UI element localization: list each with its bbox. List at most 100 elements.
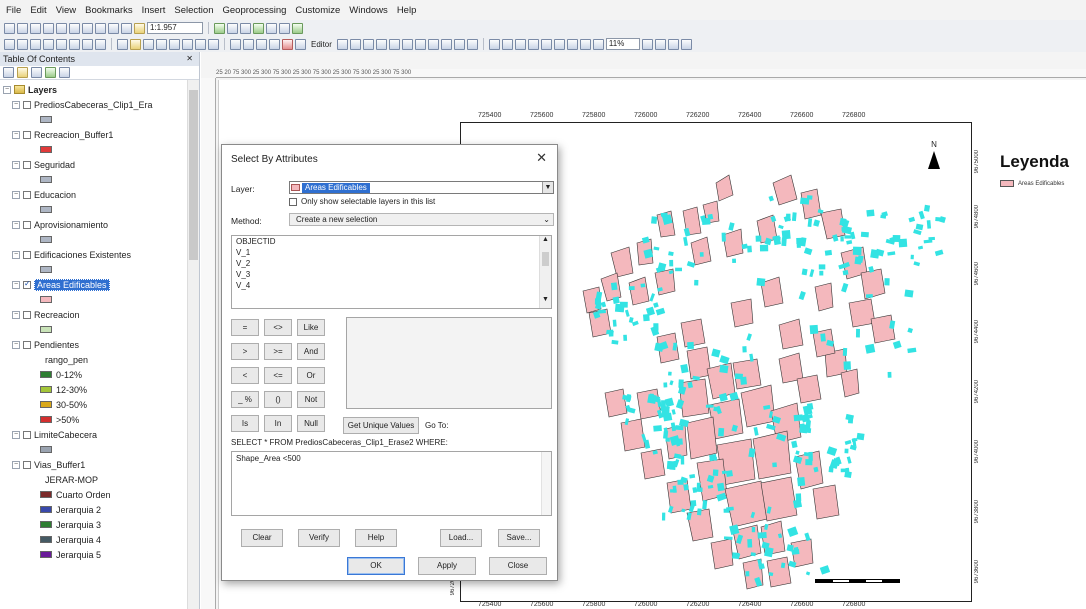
layer-visibility-checkbox[interactable] xyxy=(23,279,31,289)
toc-close-icon[interactable]: ✕ xyxy=(186,52,193,66)
arctoolbox-icon[interactable] xyxy=(266,22,277,34)
symbol-row[interactable] xyxy=(0,262,186,277)
editor-toolbar-icon[interactable] xyxy=(214,22,225,34)
font-icon[interactable] xyxy=(256,38,267,50)
layer-row[interactable]: − Aprovisionamiento xyxy=(0,217,186,232)
expand-icon[interactable]: − xyxy=(12,310,20,319)
checkbox-box[interactable] xyxy=(289,197,297,206)
operator-in-button[interactable]: In xyxy=(264,415,292,432)
layer-name[interactable]: Edificaciones Existentes xyxy=(34,250,131,260)
full-extent-icon[interactable] xyxy=(43,38,54,50)
symbology-class[interactable]: Jerarquia 2 xyxy=(0,502,186,517)
forward-icon[interactable] xyxy=(95,38,106,50)
symbol-row[interactable] xyxy=(0,112,186,127)
search-window-icon[interactable] xyxy=(253,22,264,34)
symbol-row[interactable] xyxy=(0,442,186,457)
expand-icon[interactable]: − xyxy=(12,130,20,139)
symbol-row[interactable] xyxy=(0,202,186,217)
layer-visibility-checkbox[interactable] xyxy=(23,190,31,199)
layer-row[interactable]: − LimiteCabecera xyxy=(0,427,186,442)
symbol-row[interactable] xyxy=(0,322,186,337)
symbology-class[interactable]: 0-12% xyxy=(0,367,186,382)
expression-scrollbar[interactable] xyxy=(541,452,551,515)
cut-icon[interactable] xyxy=(56,22,67,34)
catalog-icon[interactable] xyxy=(240,22,251,34)
back-icon[interactable] xyxy=(82,38,93,50)
chevron-down-icon[interactable]: ▼ xyxy=(542,182,553,193)
operator-parentheses-button[interactable]: () xyxy=(264,391,292,408)
layer-symbol-swatch[interactable] xyxy=(40,176,52,183)
class-swatch[interactable] xyxy=(40,491,52,498)
layer-visibility-checkbox[interactable] xyxy=(23,310,31,319)
layer-name[interactable]: Aprovisionamiento xyxy=(34,220,108,230)
dialog-close-icon[interactable]: ✕ xyxy=(536,150,547,166)
layer-select[interactable]: Areas Edificables ▼ xyxy=(289,181,554,194)
symbol-row[interactable] xyxy=(0,292,186,307)
clear-button[interactable]: Clear xyxy=(241,529,283,547)
menu-windows[interactable]: Windows xyxy=(349,5,388,16)
data-driven-pages-icon[interactable] xyxy=(680,38,692,50)
layer-name[interactable]: Vias_Buffer1 xyxy=(34,460,85,470)
layer-name[interactable]: Educacion xyxy=(34,190,76,200)
layer-name[interactable]: Areas Edificables xyxy=(34,278,110,291)
attributes-icon[interactable] xyxy=(440,38,452,50)
add-data-icon[interactable] xyxy=(134,22,145,34)
operator-less-equal-button[interactable]: <= xyxy=(264,367,292,384)
layout-pan-icon[interactable] xyxy=(514,38,526,50)
find-icon[interactable] xyxy=(169,38,180,50)
class-swatch[interactable] xyxy=(40,506,52,513)
menu-edit[interactable]: Edit xyxy=(30,5,46,16)
fixed-zoom-in-icon[interactable] xyxy=(56,38,67,50)
layout-forward-icon[interactable] xyxy=(592,38,604,50)
expand-icon[interactable]: − xyxy=(12,250,20,259)
layout-fixed-zoom-out-icon[interactable] xyxy=(566,38,578,50)
operator-not-equals-button[interactable]: <> xyxy=(264,319,292,336)
python-icon[interactable] xyxy=(279,22,290,34)
scroll-up-icon[interactable]: ▲ xyxy=(542,236,549,243)
class-swatch[interactable] xyxy=(40,401,52,408)
close-button[interactable]: Close xyxy=(489,557,547,575)
layers-root[interactable]: − Layers xyxy=(0,82,186,97)
layer-name[interactable]: PrediosCabeceras_Clip1_Era xyxy=(34,100,153,110)
options-icon[interactable] xyxy=(59,67,70,78)
layout-zoom-out-icon[interactable] xyxy=(501,38,513,50)
class-swatch[interactable] xyxy=(40,536,52,543)
operator-null-button[interactable]: Null xyxy=(297,415,325,432)
zoom-out-icon[interactable] xyxy=(17,38,28,50)
field-item[interactable]: V_1 xyxy=(232,247,551,258)
select-features-icon[interactable] xyxy=(117,38,128,50)
class-swatch[interactable] xyxy=(40,551,52,558)
sketch-icon[interactable] xyxy=(349,38,361,50)
identify-icon[interactable] xyxy=(156,38,167,50)
draw-rectangle-icon[interactable] xyxy=(230,38,241,50)
layout-zoom-in-icon[interactable] xyxy=(488,38,500,50)
layer-symbol-swatch[interactable] xyxy=(40,296,52,303)
layer-row[interactable]: − Edificaciones Existentes xyxy=(0,247,186,262)
zoom-in-icon[interactable] xyxy=(4,38,15,50)
print-icon[interactable] xyxy=(43,22,54,34)
layer-symbol-swatch[interactable] xyxy=(40,236,52,243)
layer-name[interactable]: Recreacion_Buffer1 xyxy=(34,130,113,140)
menu-insert[interactable]: Insert xyxy=(142,5,166,16)
pan-icon[interactable] xyxy=(30,38,41,50)
expand-icon[interactable]: − xyxy=(12,220,20,229)
menu-customize[interactable]: Customize xyxy=(295,5,340,16)
apply-button[interactable]: Apply xyxy=(418,557,476,575)
expand-icon[interactable]: − xyxy=(12,100,20,109)
undo-icon[interactable] xyxy=(108,22,119,34)
layer-row[interactable]: − Educacion xyxy=(0,187,186,202)
line-color-icon[interactable] xyxy=(295,38,306,50)
toc-scroll-thumb[interactable] xyxy=(189,90,198,260)
load-button[interactable]: Load... xyxy=(440,529,482,547)
class-swatch[interactable] xyxy=(40,521,52,528)
operator-not-button[interactable]: Not xyxy=(297,391,325,408)
field-item[interactable]: V_3 xyxy=(232,269,551,280)
fields-scroll-thumb[interactable] xyxy=(542,252,549,266)
layer-symbol-swatch[interactable] xyxy=(40,446,52,453)
layer-row[interactable]: − Recreacion_Buffer1 xyxy=(0,127,186,142)
layer-row[interactable]: − PrediosCabeceras_Clip1_Era xyxy=(0,97,186,112)
symbol-row[interactable] xyxy=(0,172,186,187)
layer-visibility-checkbox[interactable] xyxy=(23,220,31,229)
sketch-properties-icon[interactable] xyxy=(453,38,465,50)
create-features-icon[interactable] xyxy=(466,38,478,50)
